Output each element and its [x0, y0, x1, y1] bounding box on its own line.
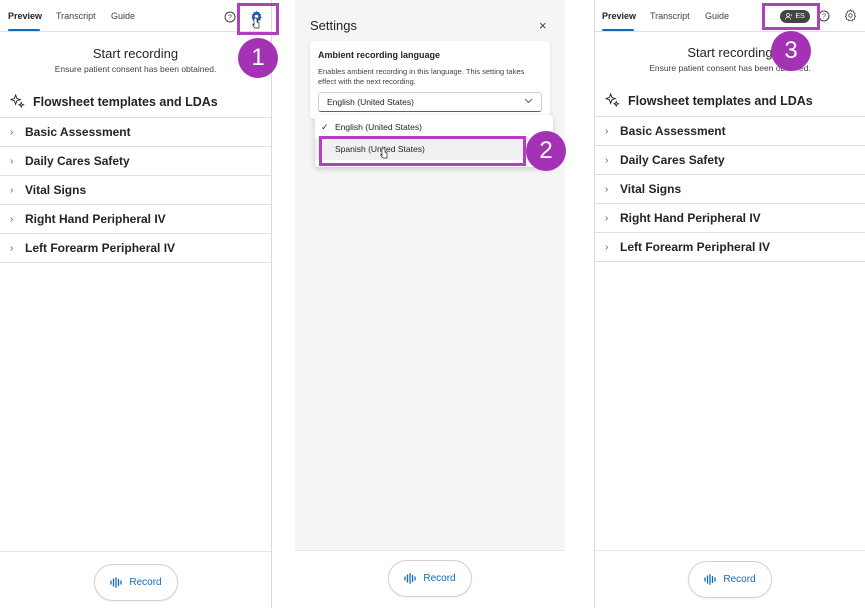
flowsheet-list: › Basic Assessment › Daily Cares Safety › V…: [0, 117, 271, 263]
checkmark-icon: ✓: [321, 122, 329, 132]
copilot-panel-after: Preview Transcript Guide ES ? Start reco…: [594, 0, 865, 608]
chevron-down-icon: [524, 98, 533, 104]
flowsheet-list: › Basic Assessment › Daily Cares Safety › V…: [595, 116, 865, 262]
hand-cursor-icon: [380, 147, 388, 159]
settings-title: Settings: [310, 18, 357, 33]
chevron-right-icon: ›: [605, 212, 609, 224]
person-voice-icon: [785, 13, 793, 20]
sparkle-icon: [10, 94, 25, 109]
flowsheet-item[interactable]: › Daily Cares Safety: [595, 146, 865, 175]
flowsheet-item[interactable]: › Left Forearm Peripheral IV: [595, 233, 865, 262]
consent-notice: Ensure patient consent has been obtained…: [649, 63, 811, 73]
record-button[interactable]: Record: [688, 561, 772, 598]
flowsheet-item[interactable]: › Right Hand Peripheral IV: [0, 205, 271, 234]
help-icon[interactable]: ?: [817, 9, 831, 23]
flowsheet-item[interactable]: › Vital Signs: [0, 176, 271, 205]
flowsheet-item[interactable]: › Vital Signs: [595, 175, 865, 204]
flowsheet-item[interactable]: › Left Forearm Peripheral IV: [0, 234, 271, 263]
chevron-right-icon: ›: [10, 155, 14, 167]
callout-badge-1: 1: [238, 38, 278, 78]
tab-guide[interactable]: Guide: [111, 11, 135, 21]
callout-badge-3: 3: [771, 31, 811, 71]
waveform-icon: [110, 577, 123, 588]
language-setting-card: Ambient recording language Enables ambie…: [310, 41, 550, 119]
language-indicator-pill[interactable]: ES: [780, 10, 810, 23]
footer: Record: [295, 550, 565, 608]
chevron-right-icon: ›: [605, 154, 609, 166]
flowsheet-item[interactable]: › Right Hand Peripheral IV: [595, 204, 865, 233]
chevron-right-icon: ›: [10, 184, 14, 196]
callout-badge-2: 2: [526, 131, 566, 171]
chevron-right-icon: ›: [10, 242, 14, 254]
footer: Record: [595, 550, 865, 608]
start-recording-title: Start recording: [92, 46, 179, 61]
flowsheet-header: Flowsheet templates and LDAs: [605, 93, 813, 108]
start-recording-block: Start recording Ensure patient consent h…: [595, 45, 865, 73]
chevron-right-icon: ›: [605, 125, 609, 137]
active-tab-indicator: [8, 29, 40, 31]
record-button[interactable]: Record: [94, 564, 178, 601]
option-spanish[interactable]: Spanish (United States): [315, 138, 553, 160]
start-recording-block: Start recording Ensure patient consent h…: [0, 46, 271, 74]
language-setting-label: Ambient recording language: [318, 50, 441, 60]
flowsheet-item[interactable]: › Basic Assessment: [0, 118, 271, 147]
tab-preview[interactable]: Preview: [602, 11, 636, 21]
gear-icon[interactable]: [843, 8, 857, 22]
close-icon[interactable]: ×: [539, 18, 547, 33]
svg-text:?: ?: [822, 14, 826, 21]
start-recording-title: Start recording: [687, 45, 773, 60]
help-icon[interactable]: ?: [223, 10, 237, 24]
tab-transcript[interactable]: Transcript: [56, 11, 96, 21]
language-setting-description: Enables ambient recording in this langua…: [318, 67, 525, 86]
chevron-right-icon: ›: [605, 241, 609, 253]
flowsheet-header-label: Flowsheet templates and LDAs: [628, 93, 813, 108]
record-label: Record: [423, 573, 456, 584]
chevron-right-icon: ›: [10, 213, 14, 225]
svg-text:?: ?: [228, 15, 232, 22]
tab-guide[interactable]: Guide: [705, 11, 729, 21]
footer: Record: [0, 551, 271, 608]
flowsheet-item[interactable]: › Basic Assessment: [595, 117, 865, 146]
language-dropdown-list: ✓ English (United States) Spanish (Unite…: [315, 115, 553, 167]
tab-transcript[interactable]: Transcript: [650, 11, 690, 21]
language-select[interactable]: English (United States): [318, 92, 542, 112]
chevron-right-icon: ›: [10, 126, 14, 138]
tab-preview[interactable]: Preview: [8, 11, 42, 21]
tab-bar: Preview Transcript Guide ES ?: [595, 0, 865, 32]
language-code: ES: [795, 13, 805, 20]
record-label: Record: [723, 574, 756, 585]
hand-cursor-icon: [252, 17, 260, 29]
language-select-value: English (United States): [327, 97, 414, 107]
chevron-right-icon: ›: [605, 183, 609, 195]
waveform-icon: [704, 574, 717, 585]
copilot-panel-before: Preview Transcript Guide ? Start recordi…: [0, 0, 272, 608]
flowsheet-item[interactable]: › Daily Cares Safety: [0, 147, 271, 176]
option-english[interactable]: ✓ English (United States): [315, 116, 553, 138]
consent-notice: Ensure patient consent has been obtained…: [54, 64, 217, 74]
flowsheet-header: Flowsheet templates and LDAs: [10, 94, 218, 109]
record-button[interactable]: Record: [388, 560, 472, 597]
active-tab-indicator: [602, 29, 634, 31]
tab-bar: Preview Transcript Guide ?: [0, 0, 271, 32]
record-label: Record: [129, 577, 162, 588]
settings-panel: Settings × Ambient recording language En…: [295, 0, 565, 608]
waveform-icon: [404, 573, 417, 584]
flowsheet-header-label: Flowsheet templates and LDAs: [33, 94, 218, 109]
sparkle-icon: [605, 93, 620, 108]
